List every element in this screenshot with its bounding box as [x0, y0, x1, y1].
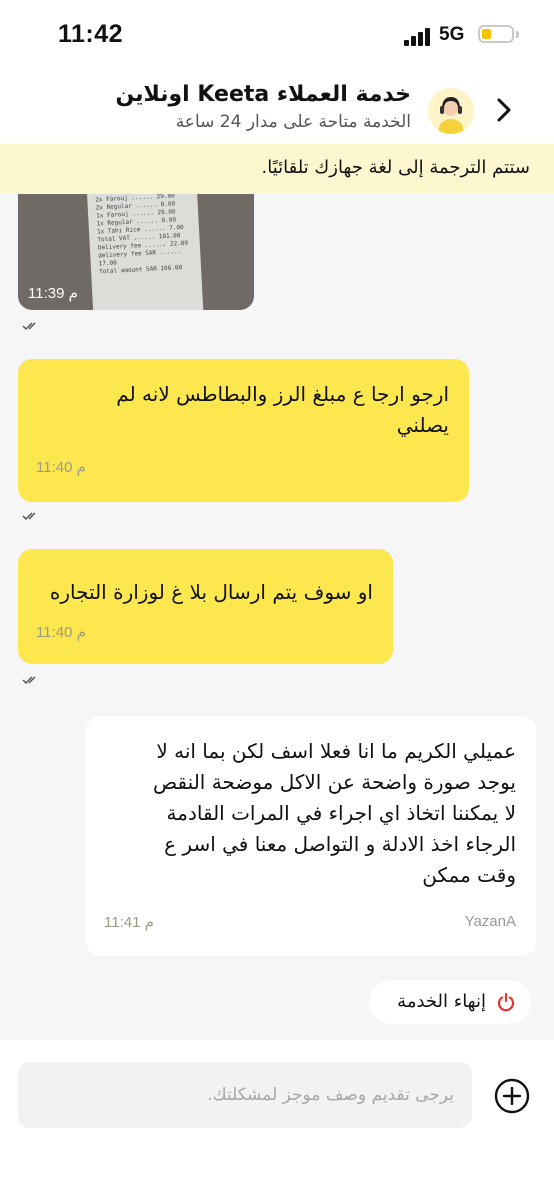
status-bar: 11:42 5G [0, 0, 554, 72]
message-sender: YazanA [464, 913, 516, 930]
battery-icon [478, 25, 514, 43]
input-bar [0, 1040, 554, 1200]
end-service-button[interactable]: إنهاء الخدمة [369, 980, 531, 1024]
plus-circle-icon [494, 1078, 530, 1114]
agent-avatar [428, 88, 474, 134]
add-button[interactable] [494, 1078, 530, 1114]
chat-title: خدمة العملاء Keeta اونلاين [115, 82, 411, 107]
message-input[interactable] [18, 1062, 472, 1128]
read-receipt-icon [22, 676, 36, 685]
chat-header: خدمة العملاء Keeta اونلاين الخدمة متاحة … [0, 72, 554, 144]
translation-banner-text: ستتم الترجمة إلى لغة جهازك تلقائيًا. [261, 157, 530, 178]
image-message[interactable]: 2x Farouj ...... 29.00 2x Regular ...... … [18, 194, 254, 310]
translation-banner: ستتم الترجمة إلى لغة جهازك تلقائيًا. [0, 144, 554, 194]
chevron-right-icon [497, 98, 511, 122]
message-text: او سوف يتم ارسال بلا غ لوزارة التجاره [49, 580, 373, 604]
chat-subtitle: الخدمة متاحة على مدار 24 ساعة [175, 112, 411, 132]
message-text: ارجو ارجا ع مبلغ الرز والبطاطس لانه لم ي… [116, 382, 449, 437]
back-button[interactable] [484, 90, 524, 130]
network-label: 5G [439, 24, 465, 45]
message-time: 11:39 م [28, 285, 78, 302]
signal-icon [404, 26, 434, 46]
support-agent-icon [428, 88, 474, 134]
message-time: 11:41 م [104, 914, 154, 931]
read-receipt-icon [22, 512, 36, 521]
agent-message[interactable]: عميلي الكريم ما انا فعلا اسف لكن بما انه… [86, 716, 536, 956]
message-time: 11:40 م [36, 624, 86, 641]
battery-cap [516, 31, 519, 38]
user-message[interactable]: او سوف يتم ارسال بلا غ لوزارة التجاره 11… [18, 549, 393, 664]
receipt-photo: 2x Farouj ...... 29.00 2x Regular ...... … [86, 194, 204, 310]
status-time: 11:42 [58, 20, 124, 48]
message-time: 11:40 م [36, 459, 86, 476]
end-service-label: إنهاء الخدمة [397, 991, 486, 1012]
user-message[interactable]: ارجو ارجا ع مبلغ الرز والبطاطس لانه لم ي… [18, 359, 469, 502]
read-receipt-icon [22, 322, 36, 331]
power-icon [497, 992, 515, 1012]
message-text: عميلي الكريم ما انا فعلا اسف لكن بما انه… [153, 739, 516, 887]
